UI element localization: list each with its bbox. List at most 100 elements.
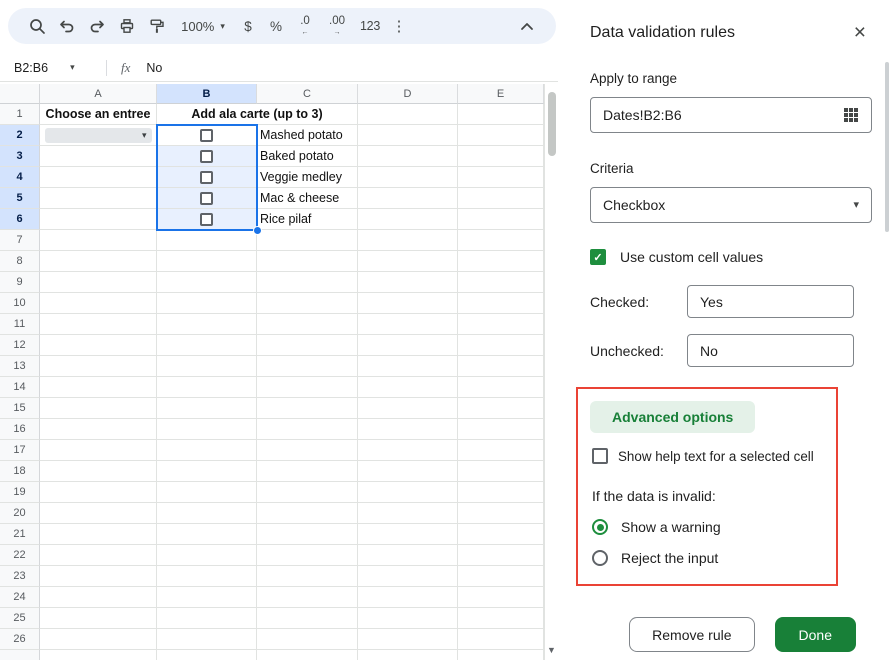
cell-C19[interactable]	[257, 482, 358, 503]
cell-E21[interactable]	[458, 524, 544, 545]
row-header-1[interactable]: 1	[0, 104, 40, 125]
cell-E20[interactable]	[458, 503, 544, 524]
cell-B11[interactable]	[157, 314, 257, 335]
cell-C20[interactable]	[257, 503, 358, 524]
select-data-range-icon[interactable]	[843, 107, 859, 123]
row-header-7[interactable]: 7	[0, 230, 40, 251]
range-input[interactable]: Dates!B2:B6	[590, 97, 872, 133]
cell-A22[interactable]	[40, 545, 157, 566]
more-options-icon[interactable]: ⋮	[386, 11, 412, 41]
row-header-10[interactable]: 10	[0, 293, 40, 314]
cell-C18[interactable]	[257, 461, 358, 482]
cell-B16[interactable]	[157, 419, 257, 440]
cell-E25[interactable]	[458, 608, 544, 629]
format-percent-button[interactable]: %	[262, 11, 290, 41]
cell-C14[interactable]	[257, 377, 358, 398]
cell-B18[interactable]	[157, 461, 257, 482]
cell-B5[interactable]	[157, 188, 257, 209]
cell-B2[interactable]	[157, 125, 257, 146]
cell-D8[interactable]	[358, 251, 458, 272]
cell-E13[interactable]	[458, 356, 544, 377]
cell-D10[interactable]	[358, 293, 458, 314]
cell-C22[interactable]	[257, 545, 358, 566]
cell-E2[interactable]	[458, 125, 544, 146]
column-header-E[interactable]: E	[458, 84, 544, 104]
cell-B26[interactable]	[157, 629, 257, 650]
cell-C9[interactable]	[257, 272, 358, 293]
cell-E17[interactable]	[458, 440, 544, 461]
cell-D26[interactable]	[358, 629, 458, 650]
column-header-B[interactable]: B	[157, 84, 257, 104]
cell-A2[interactable]: ▾	[40, 125, 157, 146]
cell-C11[interactable]	[257, 314, 358, 335]
cell-checkbox-B4[interactable]	[200, 171, 213, 184]
cell-D17[interactable]	[358, 440, 458, 461]
row-header-25[interactable]: 25	[0, 608, 40, 629]
zoom-select[interactable]: 100% ▾	[172, 19, 234, 34]
row-header-5[interactable]: 5	[0, 188, 40, 209]
cell-E24[interactable]	[458, 587, 544, 608]
cell-A17[interactable]	[40, 440, 157, 461]
show-warning-radio[interactable]	[592, 519, 608, 535]
row-header-21[interactable]: 21	[0, 524, 40, 545]
cell-E6[interactable]	[458, 209, 544, 230]
cell-E9[interactable]	[458, 272, 544, 293]
formula-input[interactable]: No	[146, 61, 162, 75]
cell-B27[interactable]	[157, 650, 257, 660]
cell-C8[interactable]	[257, 251, 358, 272]
row-header-15[interactable]: 15	[0, 398, 40, 419]
cell-D22[interactable]	[358, 545, 458, 566]
cell-A16[interactable]	[40, 419, 157, 440]
cell-B12[interactable]	[157, 335, 257, 356]
cell-D12[interactable]	[358, 335, 458, 356]
cell-A19[interactable]	[40, 482, 157, 503]
row-header-18[interactable]: 18	[0, 461, 40, 482]
cell-D1[interactable]	[358, 104, 458, 125]
cell-A3[interactable]	[40, 146, 157, 167]
cell-B25[interactable]	[157, 608, 257, 629]
undo-icon[interactable]	[52, 11, 82, 41]
cell-checkbox-B5[interactable]	[200, 192, 213, 205]
cell-checkbox-B6[interactable]	[200, 213, 213, 226]
cell-A1[interactable]: Choose an entree	[40, 104, 157, 125]
row-header-2[interactable]: 2	[0, 125, 40, 146]
print-icon[interactable]	[112, 11, 142, 41]
cell-C15[interactable]	[257, 398, 358, 419]
cell-D2[interactable]	[358, 125, 458, 146]
cell-C4[interactable]: Veggie medley	[257, 167, 358, 188]
cell-A13[interactable]	[40, 356, 157, 377]
cell-C26[interactable]	[257, 629, 358, 650]
cell-E12[interactable]	[458, 335, 544, 356]
cell-A11[interactable]	[40, 314, 157, 335]
cell-D24[interactable]	[358, 587, 458, 608]
cell-C7[interactable]	[257, 230, 358, 251]
row-header-23[interactable]: 23	[0, 566, 40, 587]
sheet-corner[interactable]	[0, 84, 40, 104]
cell-D21[interactable]	[358, 524, 458, 545]
paint-format-icon[interactable]	[142, 11, 172, 41]
redo-icon[interactable]	[82, 11, 112, 41]
row-header-9[interactable]: 9	[0, 272, 40, 293]
cell-A18[interactable]	[40, 461, 157, 482]
cell-C10[interactable]	[257, 293, 358, 314]
cell-A20[interactable]	[40, 503, 157, 524]
cell-D16[interactable]	[358, 419, 458, 440]
number-format-button[interactable]: 123	[354, 11, 386, 41]
cell-E8[interactable]	[458, 251, 544, 272]
cell-A7[interactable]	[40, 230, 157, 251]
cell-D6[interactable]	[358, 209, 458, 230]
cell-B13[interactable]	[157, 356, 257, 377]
close-icon[interactable]: ×	[854, 22, 866, 43]
cell-C25[interactable]	[257, 608, 358, 629]
cell-checkbox-B3[interactable]	[200, 150, 213, 163]
unchecked-value-input[interactable]: No	[687, 334, 854, 367]
cell-E5[interactable]	[458, 188, 544, 209]
cell-C23[interactable]	[257, 566, 358, 587]
cell-E11[interactable]	[458, 314, 544, 335]
selection-fill-handle[interactable]	[253, 226, 262, 235]
cell-A6[interactable]	[40, 209, 157, 230]
cell-E10[interactable]	[458, 293, 544, 314]
cell-E23[interactable]	[458, 566, 544, 587]
cell-A14[interactable]	[40, 377, 157, 398]
column-header-D[interactable]: D	[358, 84, 458, 104]
